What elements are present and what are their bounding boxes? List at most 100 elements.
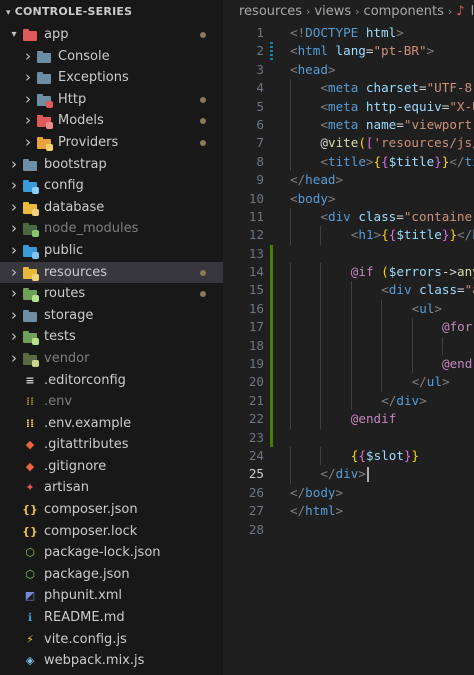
tree-file-package-json[interactable]: ⬡ package.json [0, 564, 223, 586]
tree-folder-bootstrap[interactable]: › bootstrap [0, 154, 223, 176]
indent-guide [290, 336, 291, 356]
explorer-section-header[interactable]: ▾ CONTROLE-SERIES [0, 0, 223, 24]
code-line[interactable]: 17 @for [223, 318, 474, 337]
breadcrumb-item[interactable]: components [364, 4, 444, 19]
code-line[interactable]: 9 </head> [223, 171, 474, 189]
code-line[interactable]: 20 </ul> [223, 373, 474, 392]
code-line[interactable]: 24 {{$slot}} [223, 446, 474, 466]
code-line[interactable]: 2 <html lang="pt-BR"> [223, 42, 474, 61]
breadcrumb-item[interactable]: views [314, 4, 351, 19]
code-line[interactable]: 26 </body> [223, 484, 474, 502]
code-line[interactable]: 14 @if ($errors->any [223, 263, 474, 282]
tree-item-label: Providers [58, 134, 119, 150]
tree-folder-tests[interactable]: › tests [0, 326, 223, 348]
code-line[interactable]: 10 <body> [223, 190, 474, 208]
tree-file-phpunit-xml[interactable]: ◩ phpunit.xml [0, 585, 223, 607]
code-line[interactable]: 12 <h1>{{$title}}</h [223, 226, 474, 245]
code-line[interactable]: 15 <div class="a [223, 281, 474, 300]
folder-public-icon [22, 244, 39, 259]
code-line[interactable]: 21 </div> [223, 391, 474, 411]
tree-file-webpack-mix-js[interactable]: ◈ webpack.mix.js [0, 650, 223, 672]
chevron-right-icon[interactable]: › [22, 132, 34, 154]
folder-icon [36, 71, 52, 85]
tree-file-readme-md[interactable]: ℹ README.md [0, 607, 223, 629]
code-area[interactable]: 1 <!DOCTYPE html> 2 <html lang="pt-BR"> 3 <he… [223, 24, 474, 539]
tree-file-vite-config-js[interactable]: ⚡ vite.config.js [0, 629, 223, 651]
code-line[interactable]: 23 [223, 428, 474, 447]
code-line[interactable]: 3 <head> [223, 61, 474, 79]
chevron-right-icon[interactable]: › [22, 110, 34, 132]
code-line[interactable]: 5 <meta http-equiv="X-U [223, 97, 474, 116]
tree-folder-storage[interactable]: › storage [0, 305, 223, 327]
code-line[interactable]: 16 <ul> [223, 299, 474, 319]
code-line[interactable]: 11 <div class="container [223, 207, 474, 227]
chevron-right-icon[interactable]: › [8, 326, 20, 348]
tree-folder-public[interactable]: › public [0, 240, 223, 262]
code-line[interactable]: 8 <title>{{$title}}</ti [223, 152, 474, 172]
chevron-right-icon[interactable]: › [8, 262, 20, 284]
code-text: <!DOCTYPE html> [290, 25, 404, 40]
tree-file-gitattributes[interactable]: ◆ .gitattributes [0, 434, 223, 456]
chevron-right-icon[interactable]: › [8, 154, 20, 176]
tree-folder-node-modules[interactable]: › node_modules [0, 218, 223, 240]
tree-file-artisan[interactable]: ✦ artisan [0, 477, 223, 499]
code-line[interactable]: 22 @endif [223, 410, 474, 429]
code-line[interactable]: 18 [223, 336, 474, 356]
tree-item-label: vendor [44, 350, 90, 366]
indent-guide [290, 465, 291, 484]
code-line[interactable]: 13 [223, 244, 474, 264]
tree-item-label: bootstrap [44, 156, 107, 172]
tree-file-env[interactable]: ⁞⁞ .env [0, 391, 223, 413]
tree-folder-providers[interactable]: › Providers [0, 132, 223, 154]
indent-guide [381, 355, 383, 374]
folder-providers-icon [36, 136, 53, 151]
chevron-right-icon[interactable]: › [22, 89, 34, 111]
breadcrumb-item[interactable]: lay [471, 4, 474, 19]
tree-file-editorconfig[interactable]: ≡ .editorconfig [0, 370, 223, 392]
tree-folder-console[interactable]: › Console [0, 46, 223, 68]
chevron-right-icon[interactable]: › [8, 305, 20, 327]
code-line[interactable]: 6 <meta name="viewport" [223, 115, 474, 135]
code-line[interactable]: 28 [223, 521, 474, 539]
indent-guide [320, 336, 322, 356]
chevron-down-icon[interactable]: ▾ [8, 24, 20, 46]
chevron-right-icon[interactable]: › [8, 218, 20, 240]
code-line[interactable]: 1 <!DOCTYPE html> [223, 24, 474, 42]
chevron-right-icon[interactable]: › [8, 197, 20, 219]
chevron-right-icon: › [355, 5, 360, 18]
folder-models-icon [36, 114, 53, 130]
tree-folder-routes[interactable]: › routes [0, 283, 223, 305]
tree-folder-models[interactable]: › Models [0, 110, 223, 132]
tree-file-gitignore[interactable]: ◆ .gitignore [0, 456, 223, 478]
code-line[interactable]: 7 @vite(['resources/js/ [223, 134, 474, 153]
code-line[interactable]: 25 </div> [223, 465, 474, 484]
indent-guide [290, 97, 291, 116]
tree-file-package-lock-json[interactable]: ⬡ package-lock.json [0, 542, 223, 564]
tree-folder-vendor[interactable]: › vendor [0, 348, 223, 370]
chevron-right-icon[interactable]: › [8, 348, 20, 370]
tree-folder-resources[interactable]: › resources [0, 261, 223, 284]
chevron-right-icon[interactable]: › [22, 67, 34, 89]
tree-folder-config[interactable]: › config [0, 175, 223, 197]
code-line[interactable]: 19 @end [223, 355, 474, 374]
tree-folder-app[interactable]: ▾ app [0, 24, 223, 46]
chevron-right-icon[interactable]: › [22, 46, 34, 68]
tree-file-env-example[interactable]: ⁞⁞ .env.example [0, 413, 223, 435]
code-text: <meta name="viewport" [320, 116, 474, 132]
tree-folder-exceptions[interactable]: › Exceptions [0, 67, 223, 89]
indent-guide [320, 226, 322, 245]
breadcrumb-item[interactable]: resources [239, 4, 302, 19]
chevron-right-icon[interactable]: › [8, 283, 20, 305]
tree-folder-http[interactable]: › Http [0, 89, 223, 111]
chevron-right-icon[interactable]: › [8, 240, 20, 262]
code-line[interactable]: 4 <meta charset="UTF-8" [223, 79, 474, 98]
folder-routes-icon [22, 287, 39, 303]
tree-file-composer-lock[interactable]: {} composer.lock [0, 521, 223, 543]
env-icon: ⁞⁞ [25, 395, 35, 409]
code-line[interactable]: 27 </html> [223, 502, 474, 520]
code-text: {{$slot}} [350, 447, 420, 463]
chevron-right-icon[interactable]: › [8, 175, 20, 197]
tree-item-label: artisan [44, 480, 89, 496]
tree-folder-database[interactable]: › database [0, 197, 223, 219]
tree-file-composer-json[interactable]: {} composer.json [0, 499, 223, 521]
